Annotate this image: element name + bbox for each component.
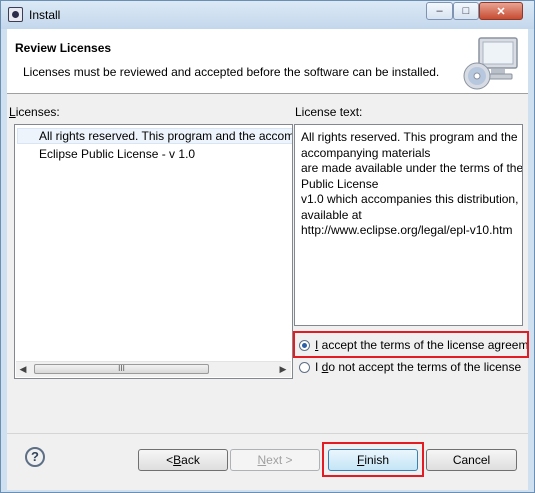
license-text-area[interactable]: All rights reserved. This program and th… (294, 124, 523, 326)
close-icon: ✕ (496, 5, 506, 18)
license-text-line: available at (301, 207, 362, 222)
licenses-label: Licenses: (9, 105, 60, 119)
install-dialog: Install – □ ✕ Review Licenses Licenses m… (0, 0, 535, 493)
cancel-button[interactable]: Cancel (426, 449, 517, 471)
minimize-icon: – (436, 5, 443, 17)
back-button[interactable]: < Back (138, 449, 228, 471)
license-text-content: All rights reserved. This program and th… (301, 130, 523, 239)
window-title: Install (29, 8, 61, 22)
maximize-icon: □ (462, 5, 470, 17)
license-text-line: http://www.eclipse.org/legal/epl-v10.htm (301, 223, 513, 237)
license-item-epl-v1[interactable]: Eclipse Public License - v 1.0 (39, 147, 195, 161)
close-button[interactable]: ✕ (479, 2, 523, 20)
license-item-all-rights-reserved[interactable]: All rights reserved. This program and th… (39, 129, 292, 143)
license-text-line: Public License (301, 176, 379, 191)
license-text-line: v1.0 which accompanies this distribution… (301, 192, 523, 206)
page-title: Review Licenses (15, 41, 112, 55)
scroll-right-icon[interactable]: ▶ (278, 364, 288, 374)
accept-highlight-box (293, 331, 529, 358)
radio-unselected-icon[interactable] (299, 361, 310, 373)
maximize-button[interactable]: □ (453, 2, 479, 20)
next-button[interactable]: Next > (230, 449, 320, 471)
license-text-label: License text: (295, 105, 363, 119)
license-text-line: are made available under the terms of th… (301, 161, 523, 175)
title-bar[interactable]: Install – □ ✕ (1, 1, 534, 29)
finish-highlight-box (322, 442, 424, 477)
eclipse-app-icon (8, 7, 23, 22)
page-description: Licenses must be reviewed and accepted b… (23, 65, 440, 79)
scroll-left-icon[interactable]: ◀ (18, 364, 28, 374)
minimize-button[interactable]: – (426, 2, 453, 20)
license-text-line: All rights reserved. This program and th… (301, 130, 518, 144)
wizard-body: Licenses: License text: All rights reser… (7, 94, 529, 490)
licenses-tree[interactable]: All rights reserved. This program and th… (14, 124, 293, 379)
license-text-line: accompanying materials (301, 145, 431, 160)
help-icon[interactable]: ? (25, 447, 45, 467)
scroll-thumb[interactable]: III (34, 364, 209, 374)
wizard-header: Review Licenses Licenses must be reviewe… (7, 29, 528, 94)
decline-license-label: I do not accept the terms of the license (315, 360, 522, 374)
licenses-horizontal-scrollbar[interactable]: ◀ III ▶ (16, 361, 291, 377)
install-monitor-cd-icon (463, 37, 518, 90)
decline-license-radio[interactable]: I do not accept the terms of the license (299, 360, 521, 374)
button-bar-separator (7, 433, 528, 434)
